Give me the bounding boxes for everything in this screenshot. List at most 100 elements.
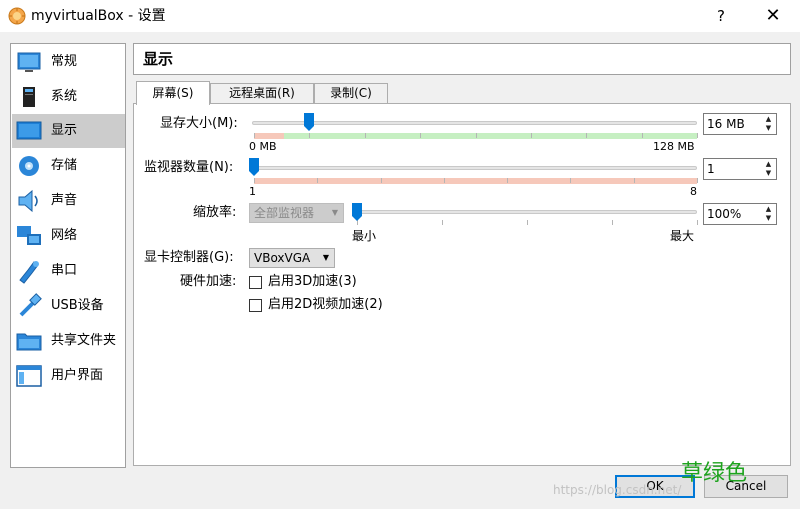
sidebar-item-shared-folders[interactable]: 共享文件夹 bbox=[12, 324, 125, 358]
slider-track bbox=[252, 121, 697, 125]
slider-tick bbox=[507, 178, 509, 183]
sidebar-item-label: 存储 bbox=[51, 158, 78, 173]
video-memory-spinbox[interactable]: 16 MB ▲ ▼ bbox=[703, 113, 777, 135]
slider-red-zone bbox=[254, 133, 284, 139]
slider-tick bbox=[697, 178, 698, 183]
network-icon bbox=[17, 226, 41, 245]
spin-down-icon[interactable]: ▼ bbox=[762, 169, 775, 178]
sidebar-item-storage[interactable]: 存储 bbox=[12, 149, 125, 183]
slider-tick bbox=[475, 133, 477, 138]
slider-tick bbox=[442, 220, 443, 225]
spin-up-icon[interactable]: ▲ bbox=[762, 205, 775, 214]
monitor-count-spinbox[interactable]: 1 ▲ ▼ bbox=[703, 158, 777, 180]
sidebar-item-usb[interactable]: USB设备 bbox=[12, 289, 125, 323]
scale-factor-value: 100% bbox=[707, 207, 742, 221]
sidebar-item-label: 常规 bbox=[51, 54, 78, 69]
sidebar-item-label: 网络 bbox=[51, 228, 78, 243]
slider-red-zone bbox=[254, 178, 697, 184]
tab-screen[interactable]: 屏幕(S) bbox=[136, 81, 210, 105]
shared-folder-icon bbox=[16, 333, 42, 351]
section-title: 显示 bbox=[143, 50, 174, 68]
slider-tick bbox=[586, 133, 588, 138]
slider-tick bbox=[697, 133, 698, 138]
slider-tick bbox=[254, 133, 255, 138]
slider-tick bbox=[697, 220, 698, 225]
sidebar-item-system[interactable]: 系统 bbox=[12, 80, 125, 114]
watermark-tag: 草绿色 bbox=[681, 461, 748, 486]
spin-down-icon[interactable]: ▼ bbox=[762, 124, 775, 133]
acceleration-label: 硬件加速: bbox=[180, 274, 237, 289]
tab-recording[interactable]: 录制(C) bbox=[314, 83, 388, 104]
help-button[interactable]: ? bbox=[706, 4, 736, 28]
sidebar-item-label: 串口 bbox=[51, 263, 78, 278]
slider-tick bbox=[641, 133, 643, 138]
monitor-count-max-label: 8 bbox=[690, 185, 697, 198]
graphics-controller-value: VBoxVGA bbox=[254, 251, 311, 265]
sidebar-item-display[interactable]: 显示 bbox=[12, 114, 125, 148]
enable-3d-label[interactable]: 启用3D加速(3) bbox=[268, 274, 357, 290]
system-icon bbox=[23, 87, 35, 107]
chevron-down-icon: ▼ bbox=[322, 253, 329, 262]
storage-icon bbox=[19, 156, 39, 176]
sidebar-item-label: 共享文件夹 bbox=[51, 333, 117, 348]
window-title: myvirtualBox - 设置 bbox=[31, 8, 166, 24]
slider-track bbox=[252, 166, 697, 170]
scale-monitor-select-value: 全部监视器 bbox=[254, 206, 315, 220]
sidebar-item-label: 用户界面 bbox=[51, 368, 104, 383]
tab-remote-display[interactable]: 远程桌面(R) bbox=[210, 83, 314, 104]
scale-factor-spinbox[interactable]: 100% ▲ ▼ bbox=[703, 203, 777, 225]
sidebar-item-label: USB设备 bbox=[51, 298, 104, 313]
scale-factor-min-label: 最小 bbox=[352, 229, 377, 243]
graphics-controller-select[interactable]: VBoxVGA ▼ bbox=[249, 248, 335, 268]
video-memory-value: 16 MB bbox=[707, 117, 745, 131]
slider-tick bbox=[317, 178, 319, 183]
spin-up-icon[interactable]: ▲ bbox=[762, 160, 775, 169]
monitor-count-value: 1 bbox=[707, 162, 715, 176]
slider-tick bbox=[633, 178, 635, 183]
enable-2d-checkbox[interactable] bbox=[249, 299, 262, 312]
slider-tick bbox=[570, 178, 572, 183]
scale-factor-label: 缩放率: bbox=[193, 205, 237, 220]
watermark-url: https://blog.csdn.net/ bbox=[553, 483, 682, 497]
virtualbox-app-icon bbox=[8, 7, 26, 25]
monitor-count-min-label: 1 bbox=[249, 185, 256, 198]
sidebar-item-label: 系统 bbox=[51, 89, 78, 104]
slider-tick bbox=[309, 133, 311, 138]
slider-tick bbox=[364, 133, 366, 138]
usb-icon bbox=[19, 293, 42, 317]
section-header: 显示 bbox=[133, 43, 791, 75]
slider-tick bbox=[527, 220, 528, 225]
general-icon bbox=[17, 52, 41, 72]
slider-tick bbox=[530, 133, 532, 138]
video-memory-max-label: 128 MB bbox=[653, 140, 695, 153]
sidebar-item-general[interactable]: 常规 bbox=[12, 45, 125, 79]
video-memory-slider-thumb[interactable] bbox=[304, 113, 315, 131]
sidebar-item-serial-port[interactable]: 串口 bbox=[12, 254, 125, 288]
sidebar-item-network[interactable]: 网络 bbox=[12, 219, 125, 253]
sidebar-item-audio[interactable]: 声音 bbox=[12, 184, 125, 218]
graphics-controller-label: 显卡控制器(G): bbox=[144, 250, 234, 265]
slider-green-zone bbox=[284, 133, 697, 139]
serial-port-icon bbox=[19, 261, 39, 284]
slider-track bbox=[352, 210, 697, 214]
slider-tick bbox=[254, 178, 255, 183]
scale-factor-max-label: 最大 bbox=[670, 229, 695, 243]
spin-up-icon[interactable]: ▲ bbox=[762, 115, 775, 124]
display-icon bbox=[16, 121, 42, 140]
monitor-count-slider-thumb[interactable] bbox=[249, 158, 259, 176]
video-memory-min-label: 0 MB bbox=[249, 140, 277, 153]
slider-tick bbox=[612, 220, 613, 225]
video-memory-label: 显存大小(M): bbox=[160, 116, 238, 131]
slider-tick bbox=[380, 178, 382, 183]
scale-factor-slider-thumb[interactable] bbox=[352, 203, 362, 221]
user-interface-icon bbox=[16, 365, 42, 387]
sidebar-item-user-interface[interactable]: 用户界面 bbox=[12, 359, 125, 393]
enable-2d-label[interactable]: 启用2D视频加速(2) bbox=[268, 297, 383, 313]
sidebar-item-label: 声音 bbox=[51, 193, 78, 208]
spin-down-icon[interactable]: ▼ bbox=[762, 214, 775, 223]
audio-icon bbox=[18, 189, 38, 213]
close-button[interactable]: ✕ bbox=[758, 4, 788, 28]
settings-sidebar: 常规 系统 显示 存储 声音 网络 串口 USB设备 共享文件夹 用户界面 bbox=[10, 43, 126, 468]
scale-monitor-select[interactable]: 全部监视器 ▼ bbox=[249, 203, 344, 223]
enable-3d-checkbox[interactable] bbox=[249, 276, 262, 289]
